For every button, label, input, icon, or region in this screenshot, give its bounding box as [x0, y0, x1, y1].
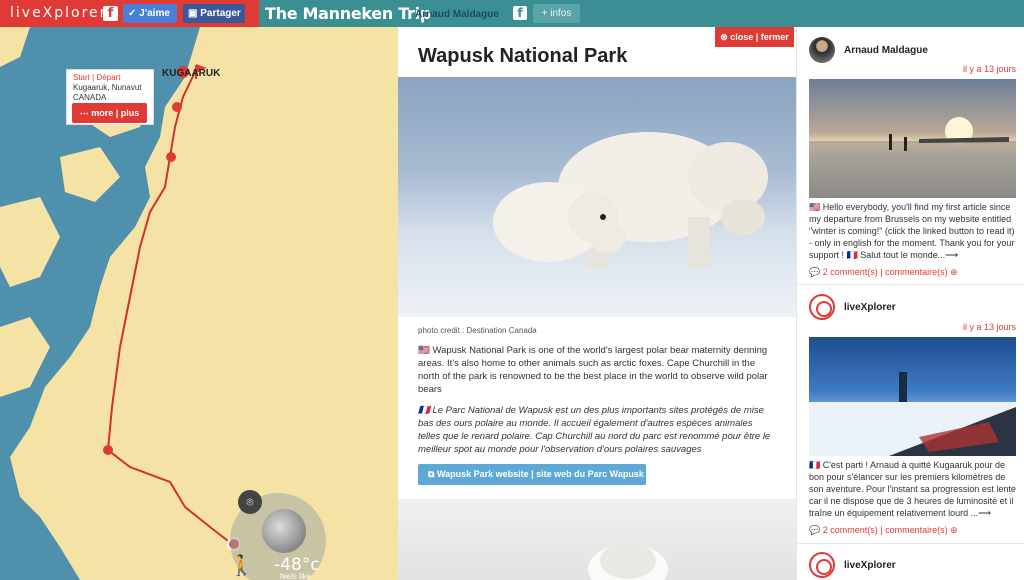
check-icon: ✓: [128, 8, 140, 19]
start-label: Start | Départ: [73, 73, 121, 82]
comments-label: 2 comment(s) | commentaire(s): [822, 267, 948, 277]
livexplorer-avatar-icon[interactable]: [809, 552, 835, 578]
add-comment-icon[interactable]: ⊕: [948, 525, 958, 535]
post-comments[interactable]: 💬 2 comment(s) | commentaire(s) ⊕: [809, 525, 958, 536]
post-header: liveXplorer: [809, 294, 1019, 324]
park-website-label: Wapusk Park website | site web du Parc W…: [436, 469, 644, 479]
article-title: Wapusk National Park: [418, 45, 628, 67]
arctic-fox-illustration: [588, 543, 668, 580]
post-author[interactable]: liveXplorer: [844, 302, 896, 313]
map-canvas: [0, 27, 398, 580]
more-label: more | plus: [91, 108, 140, 118]
share-label: Partager: [200, 8, 241, 19]
island-4: [0, 317, 50, 397]
like-label: J'aime: [139, 8, 170, 19]
facebook-icon[interactable]: f: [103, 6, 118, 21]
facebook-small-icon: ▣: [188, 8, 201, 19]
article-photo-2: [398, 499, 796, 580]
close-icon: ⊗: [720, 32, 731, 42]
route-marker-3[interactable]: [103, 445, 113, 455]
comment-icon: 💬: [809, 267, 823, 277]
hiker-icon: 🚶: [229, 555, 254, 577]
start-country: CANADA: [73, 93, 107, 102]
news-feed[interactable]: Arnaud Maldague il y a 13 jours 🇺🇸 Hello…: [796, 27, 1024, 580]
place-label: KUGAARUK: [162, 68, 221, 79]
comments-label: 2 comment(s) | commentaire(s): [822, 525, 948, 535]
article-text-fr: 🇫🇷 Le Parc National de Wapusk est un des…: [418, 405, 771, 455]
external-link-icon: ⧉: [428, 469, 437, 479]
infos-button[interactable]: + infos: [533, 4, 580, 23]
close-label: close | fermer: [730, 32, 789, 42]
land-north-west: [0, 27, 30, 67]
start-place: Kugaaruk, Nunavut: [73, 83, 142, 92]
trip-title[interactable]: The Manneken Trip: [265, 4, 431, 23]
polar-bears-illustration: [493, 132, 768, 267]
map-pin-icon[interactable]: ⌾: [238, 490, 262, 514]
park-website-button[interactable]: ⧉ Wapusk Park website | site web du Parc…: [418, 464, 646, 485]
sled-explorer-illustration: [809, 372, 1016, 456]
post-time: il y a 13 jours: [962, 64, 1016, 74]
route-marker-2[interactable]: [166, 152, 176, 162]
add-comment-icon[interactable]: ⊕: [948, 267, 958, 277]
author-facebook-icon[interactable]: f: [513, 6, 527, 20]
island-3: [0, 197, 60, 287]
like-button[interactable]: ✓ J'aime: [123, 4, 177, 23]
post-author[interactable]: Arnaud Maldague: [844, 45, 928, 56]
post-image[interactable]: [809, 337, 1016, 456]
author-name[interactable]: Arnaud Maldague: [415, 9, 499, 20]
map-panel[interactable]: KUGAARUK Start | Départ Kugaaruk, Nunavu…: [0, 27, 398, 580]
post-time: il y a 13 jours: [962, 322, 1016, 332]
article-panel: ⊗ close | fermer Wapusk National Park ph…: [398, 27, 796, 580]
post-text: 🇫🇷 C'est parti ! Arnaud à quitté Kugaaru…: [809, 460, 1016, 518]
island-2: [60, 147, 120, 202]
brand-logo[interactable]: liveXplorer: [10, 5, 107, 21]
article-photo: [398, 77, 796, 317]
comment-icon: 💬: [809, 525, 823, 535]
airfield-illustration: [809, 117, 1016, 198]
more-button[interactable]: ⋯ more | plus: [72, 103, 147, 123]
post-header: Arnaud Maldague: [809, 37, 1019, 67]
livexplorer-avatar-icon[interactable]: [809, 294, 835, 320]
article-text-en: 🇺🇸 Wapusk National Park is one of the wo…: [418, 345, 768, 395]
avatar[interactable]: [809, 37, 835, 63]
post-comments[interactable]: 💬 2 comment(s) | commentaire(s) ⊕: [809, 267, 958, 278]
close-button[interactable]: ⊗ close | fermer: [715, 27, 794, 47]
post-author[interactable]: liveXplorer: [844, 560, 896, 571]
post-text: 🇺🇸 Hello everybody, you'll find my first…: [809, 202, 1015, 260]
post-image[interactable]: [809, 79, 1016, 198]
divider: [797, 284, 1024, 285]
feels-like-label: feels like: [280, 572, 312, 580]
share-button[interactable]: ▣ Partager: [183, 4, 245, 23]
dots-icon: ⋯: [79, 108, 92, 118]
top-bar: liveXplorer f ✓ J'aime ▣ Partager The Ma…: [0, 0, 1024, 27]
divider: [797, 543, 1024, 544]
photo-credit: photo credit : Destination Canada: [418, 326, 537, 335]
route-marker-1[interactable]: [172, 102, 182, 112]
brand-block: liveXplorer f ✓ J'aime ▣ Partager: [0, 0, 259, 27]
moon-icon: [262, 509, 306, 553]
post-header: liveXplorer: [809, 552, 1019, 580]
